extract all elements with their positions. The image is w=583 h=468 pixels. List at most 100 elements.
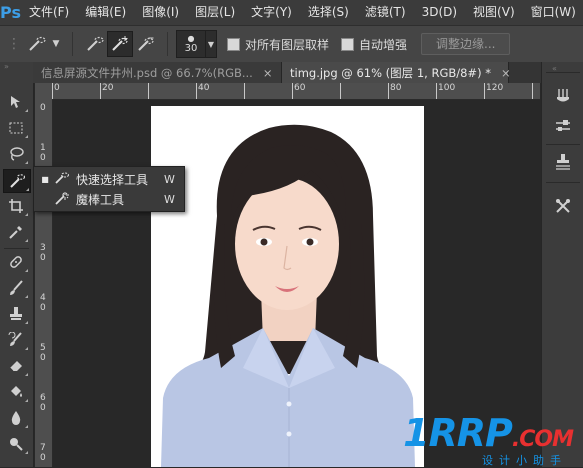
ruler-label: 7 [40, 443, 46, 453]
add-to-selection-icon[interactable] [107, 31, 133, 57]
main-menu: 文件(F) 编辑(E) 图像(I) 图层(L) 文字(Y) 选择(S) 滤镜(T… [21, 0, 583, 25]
brush-tool-icon[interactable] [3, 277, 29, 299]
menu-3d[interactable]: 3D(D) [414, 0, 465, 25]
menu-view[interactable]: 视图(V) [465, 0, 523, 25]
menu-bar: Ps 文件(F) 编辑(E) 图像(I) 图层(L) 文字(Y) 选择(S) 滤… [0, 0, 583, 25]
flyout-item-label: 魔棒工具 [76, 192, 125, 207]
brush-picker[interactable]: ● 30 [176, 30, 206, 58]
ruler-label: 120 [486, 83, 504, 93]
document-canvas[interactable] [151, 106, 424, 467]
menu-type[interactable]: 文字(Y) [243, 0, 300, 25]
lasso-tool-icon[interactable] [3, 143, 29, 165]
ruler-label: 20 [102, 83, 114, 93]
ruler-label: 0 [40, 403, 46, 413]
ruler-corner [35, 83, 52, 99]
eyedropper-tool-icon[interactable] [3, 221, 29, 243]
menu-layer[interactable]: 图层(L) [187, 0, 243, 25]
healing-brush-tool-icon[interactable] [3, 251, 29, 273]
flyout-item-shortcut: W [164, 192, 175, 206]
panel-collapse-icon[interactable]: » [4, 63, 29, 71]
menu-image[interactable]: 图像(I) [134, 0, 187, 25]
panel-divider [546, 182, 580, 183]
new-selection-icon[interactable] [83, 36, 107, 52]
flyout-item-label: 快速选择工具 [76, 172, 149, 187]
document-tabs: 信息屏源文件井州.psd @ 66.7%(RGB... × timg.jpg @… [33, 62, 541, 83]
watermark-logo: 1RRP.COM 设计小助手 [403, 411, 574, 467]
brush-tip-icon: ● [187, 33, 195, 43]
paint-bucket-tool-icon[interactable] [3, 381, 29, 403]
menu-filter[interactable]: 滤镜(T) [357, 0, 414, 25]
photoshop-logo: Ps [0, 3, 21, 22]
right-panel-dock: « [541, 62, 583, 467]
close-icon[interactable]: × [501, 66, 511, 80]
ruler-label: 0 [40, 253, 46, 263]
preset-dropdown-icon[interactable]: ▼ [50, 39, 62, 49]
ruler-label: 100 [438, 83, 456, 93]
close-icon[interactable]: × [263, 66, 273, 80]
tab-timg-document[interactable]: timg.jpg @ 61% (图层 1, RGB/8#) * × [282, 62, 511, 83]
selection-tools-flyout: ■ 快速选择工具 W 魔棒工具 W [33, 166, 185, 212]
ruler-label: 6 [40, 393, 46, 403]
menu-edit[interactable]: 编辑(E) [77, 0, 134, 25]
quick-selection-tool-icon[interactable] [3, 169, 31, 193]
toolbar-divider [4, 248, 29, 249]
portrait-photo [151, 106, 424, 467]
tab-label: timg.jpg @ 61% (图层 1, RGB/8#) * [290, 65, 491, 80]
crop-tool-icon[interactable] [3, 195, 29, 217]
panel-divider [546, 72, 580, 73]
active-tool-marker: ■ [41, 174, 49, 184]
history-brush-tool-icon[interactable] [3, 329, 29, 351]
checkbox-box [341, 37, 355, 51]
checkbox-box [227, 37, 240, 51]
watermark-suffix: .COM [511, 427, 574, 452]
ruler-label: 1 [40, 143, 46, 153]
ruler-label: 0 [40, 353, 46, 363]
subtract-from-selection-icon[interactable] [133, 36, 159, 52]
ruler-label: 4 [40, 293, 46, 303]
ruler-label: 0 [54, 83, 60, 93]
flyout-magic-wand-tool[interactable]: 魔棒工具 W [34, 189, 184, 209]
magic-wand-icon [52, 191, 72, 208]
auto-enhance-label: 自动增强 [359, 37, 408, 52]
ruler-label: 0 [40, 153, 46, 163]
brush-size-value: 30 [184, 42, 198, 54]
ruler-label: 0 [40, 453, 46, 463]
eraser-tool-icon[interactable] [3, 355, 29, 377]
ruler-label: 0 [40, 103, 46, 113]
options-bar: ⋮ ▼ ● 30 ▼ 对所有图层取样 自动增强 调整边缘... [0, 25, 583, 63]
move-tool-icon[interactable] [3, 91, 29, 113]
clone-stamp-tool-icon[interactable] [3, 303, 29, 325]
dodge-tool-icon[interactable] [3, 433, 29, 455]
ruler-label: 80 [390, 83, 402, 93]
quick-selection-icon [52, 171, 72, 188]
ruler-label: 5 [40, 343, 46, 353]
watermark-subtitle: 设计小助手 [482, 454, 567, 467]
blur-tool-icon[interactable] [3, 407, 29, 429]
horizontal-ruler: 0 20 40 60 80 100 120 [52, 83, 540, 100]
grip-icon: ⋮ [7, 36, 21, 52]
menu-window[interactable]: 窗口(W) [523, 0, 583, 25]
watermark-main-text: 1RRP [403, 411, 513, 455]
sample-all-layers-checkbox[interactable]: 对所有图层取样 [227, 36, 329, 53]
brush-preset-icon[interactable] [550, 84, 576, 108]
quick-select-preset-icon[interactable] [24, 36, 50, 52]
brush-settings-icon[interactable] [550, 114, 576, 138]
refine-edge-button[interactable]: 调整边缘... [421, 33, 511, 55]
panel-divider [546, 144, 580, 145]
flyout-item-shortcut: W [164, 172, 175, 186]
auto-enhance-checkbox[interactable]: 自动增强 [341, 36, 407, 53]
tools-panel: » [0, 62, 34, 467]
menu-file[interactable]: 文件(F) [21, 0, 77, 25]
flyout-quick-selection-tool[interactable]: ■ 快速选择工具 W [34, 169, 184, 189]
ruler-label: 40 [198, 83, 210, 93]
tab-psd-document[interactable]: 信息屏源文件井州.psd @ 66.7%(RGB... × [33, 62, 282, 83]
tool-presets-icon[interactable] [550, 194, 576, 218]
vertical-ruler: 0 1 0 2 0 3 0 4 0 5 0 6 0 7 0 [35, 99, 53, 467]
ruler-label: 60 [294, 83, 306, 93]
brush-dropdown-icon[interactable]: ▼ [206, 30, 217, 58]
clone-source-icon[interactable] [550, 150, 576, 174]
menu-select[interactable]: 选择(S) [300, 0, 357, 25]
marquee-tool-icon[interactable] [3, 117, 29, 139]
ruler-label: 3 [40, 243, 46, 253]
ruler-label: 0 [40, 303, 46, 313]
